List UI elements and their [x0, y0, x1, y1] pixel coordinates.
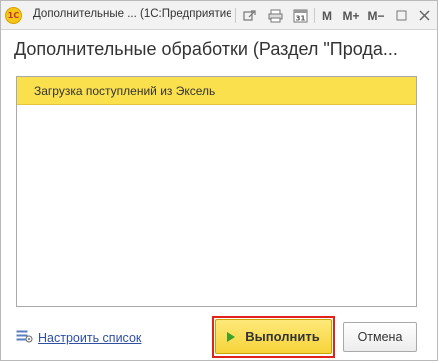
page-title: Дополнительные обработки (Раздел "Прода.…	[14, 39, 398, 59]
title-bar: 1С Дополнительные ... (1С:Предприятие) 3…	[1, 1, 437, 30]
list-item-label: Загрузка поступлений из Эксель	[34, 83, 216, 98]
window-title: Дополнительные ... (1С:Предприятие)	[33, 8, 231, 20]
toolbar-separator	[314, 8, 315, 23]
close-icon[interactable]	[414, 5, 434, 26]
configure-list-link[interactable]: Настроить список	[16, 330, 141, 346]
calendar-day: 31	[295, 15, 305, 23]
app-logo-icon[interactable]: 1С	[5, 7, 22, 24]
toolbar-separator	[235, 8, 236, 23]
print-icon[interactable]	[264, 5, 286, 26]
memory-button[interactable]: M	[318, 5, 336, 26]
memory-subtract-button[interactable]: M−	[364, 5, 388, 26]
configure-list-label: Настроить список	[38, 331, 142, 345]
memory-add-button[interactable]: M+	[339, 5, 363, 26]
cancel-button[interactable]: Отмена	[343, 322, 417, 352]
run-button[interactable]: Выполнить	[215, 319, 332, 354]
dialog-window: 1С Дополнительные ... (1С:Предприятие) 3…	[0, 0, 438, 361]
calendar-icon[interactable]: 31	[289, 5, 311, 26]
minimize-icon[interactable]	[392, 5, 410, 26]
play-icon	[227, 331, 236, 342]
run-button-label: Выполнить	[245, 329, 320, 344]
list-item[interactable]: Загрузка поступлений из Эксель	[17, 77, 416, 105]
processings-list[interactable]: Загрузка поступлений из Эксель	[16, 76, 417, 307]
link-icon[interactable]	[239, 5, 261, 26]
list-settings-icon	[16, 329, 33, 348]
